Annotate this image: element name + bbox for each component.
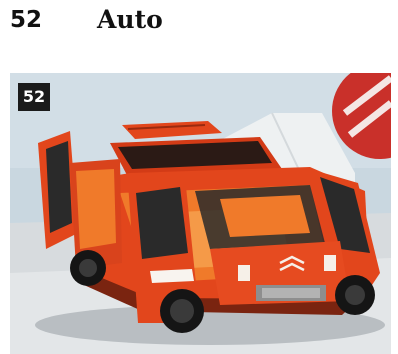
car-photo: 52 (10, 73, 391, 354)
car-illustration (10, 73, 391, 354)
section-title: Auto (97, 5, 163, 34)
page-number: 52 (10, 7, 43, 33)
photo-number-badge: 52 (18, 83, 50, 111)
page-header: 52 Auto (0, 0, 398, 60)
